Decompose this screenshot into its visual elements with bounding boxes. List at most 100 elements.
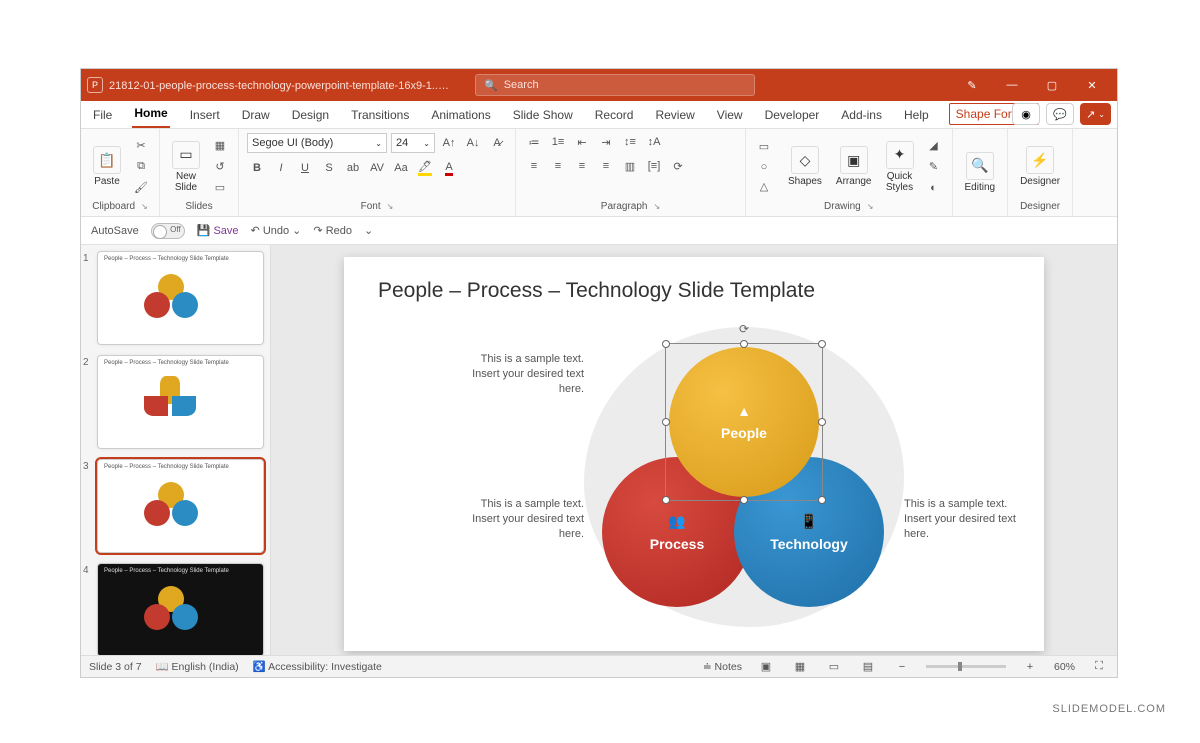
camera-button[interactable]: ◉ — [1012, 103, 1040, 125]
selection-box[interactable]: ⟳ — [665, 343, 823, 501]
tab-file[interactable]: File — [91, 104, 114, 128]
tab-view[interactable]: View — [715, 104, 745, 128]
resize-handle[interactable] — [818, 340, 826, 348]
zoom-out-button[interactable]: − — [892, 658, 912, 676]
normal-view-button[interactable]: ▣ — [756, 658, 776, 676]
shapes-button[interactable]: ◇Shapes — [784, 144, 826, 189]
save-button[interactable]: 💾 Save — [197, 224, 239, 237]
shape-effects-button[interactable]: ◐ — [924, 179, 944, 197]
bold-button[interactable]: B — [247, 159, 267, 177]
sample-text-2[interactable]: This is a sample text. Insert your desir… — [454, 497, 584, 542]
reading-view-button[interactable]: ▭ — [824, 658, 844, 676]
language-indicator[interactable]: 📖 English (India) — [156, 660, 239, 673]
tab-developer[interactable]: Developer — [763, 104, 822, 128]
pen-icon[interactable]: ✎ — [953, 71, 991, 99]
increase-font-button[interactable]: A↑ — [439, 134, 459, 152]
slide-canvas[interactable]: People – Process – Technology Slide Temp… — [344, 257, 1044, 651]
comments-button[interactable]: 💬 — [1046, 103, 1074, 125]
underline-button[interactable]: U — [295, 159, 315, 177]
resize-handle[interactable] — [662, 340, 670, 348]
editing-button[interactable]: 🔍Editing — [961, 150, 1000, 195]
highlight-button[interactable]: 🖊 — [415, 159, 435, 177]
zoom-in-button[interactable]: + — [1020, 658, 1040, 676]
tab-animations[interactable]: Animations — [429, 104, 492, 128]
paste-button[interactable]: 📋 Paste — [89, 144, 125, 189]
resize-handle[interactable] — [740, 340, 748, 348]
resize-handle[interactable] — [818, 418, 826, 426]
slide-thumbnails-panel[interactable]: 1 People – Process – Technology Slide Te… — [81, 245, 271, 655]
decrease-font-button[interactable]: A↓ — [463, 134, 483, 152]
qat-customize-button[interactable]: ⌄ — [364, 224, 373, 237]
tab-insert[interactable]: Insert — [188, 104, 222, 128]
accessibility-indicator[interactable]: ♿ Accessibility: Investigate — [253, 660, 382, 673]
zoom-percent[interactable]: 60% — [1054, 661, 1075, 673]
shape-fill-button[interactable]: ◢ — [924, 137, 944, 155]
redo-button[interactable]: ↷ Redo — [313, 224, 352, 237]
autosave-toggle[interactable] — [151, 223, 185, 239]
slide-thumbnail-2[interactable]: People – Process – Technology Slide Temp… — [97, 355, 264, 449]
change-case-button[interactable]: Aa — [391, 159, 411, 177]
align-left-button[interactable]: ≡ — [524, 157, 544, 175]
resize-handle[interactable] — [662, 496, 670, 504]
new-slide-button[interactable]: ▭ New Slide — [168, 139, 204, 195]
minimize-button[interactable]: — — [993, 71, 1031, 99]
tab-transitions[interactable]: Transitions — [349, 104, 411, 128]
notes-button[interactable]: ≐ Notes — [703, 661, 742, 673]
fit-to-window-button[interactable]: ⛶ — [1089, 658, 1109, 676]
clear-formatting-button[interactable]: A̷ — [487, 134, 507, 152]
layout-button[interactable]: ▦ — [210, 137, 230, 155]
format-painter-button[interactable]: 🖌 — [131, 179, 151, 197]
font-color-button[interactable]: A — [439, 159, 459, 177]
reset-button[interactable]: ↺ — [210, 158, 230, 176]
smartart-button[interactable]: ⟳ — [668, 157, 688, 175]
shape-gallery-button-3[interactable]: △ — [754, 178, 774, 196]
launcher-icon[interactable]: ↘ — [654, 202, 661, 211]
text-direction-button[interactable]: ↕A — [644, 133, 664, 151]
slide-thumbnail-1[interactable]: People – Process – Technology Slide Temp… — [97, 251, 264, 345]
search-input[interactable]: 🔍 Search — [475, 74, 755, 96]
slide-thumbnail-4[interactable]: People – Process – Technology Slide Temp… — [97, 563, 264, 655]
arrange-button[interactable]: ▣Arrange — [832, 144, 876, 189]
launcher-icon[interactable]: ↘ — [387, 202, 394, 211]
decrease-indent-button[interactable]: ⇤ — [572, 133, 592, 151]
font-name-select[interactable]: Segoe UI (Body)⌄ — [247, 133, 387, 153]
slide-canvas-area[interactable]: People – Process – Technology Slide Temp… — [271, 245, 1117, 655]
increase-indent-button[interactable]: ⇥ — [596, 133, 616, 151]
slide-thumbnail-3[interactable]: People – Process – Technology Slide Temp… — [97, 459, 264, 553]
designer-button[interactable]: ⚡Designer — [1016, 144, 1064, 189]
copy-button[interactable]: ⧉ — [131, 158, 151, 176]
zoom-slider[interactable] — [926, 665, 1006, 668]
align-right-button[interactable]: ≡ — [572, 157, 592, 175]
section-button[interactable]: ▭ — [210, 179, 230, 197]
resize-handle[interactable] — [818, 496, 826, 504]
tab-record[interactable]: Record — [593, 104, 636, 128]
line-spacing-button[interactable]: ↕≡ — [620, 133, 640, 151]
resize-handle[interactable] — [740, 496, 748, 504]
tab-add-ins[interactable]: Add-ins — [839, 104, 884, 128]
columns-button[interactable]: ▥ — [620, 157, 640, 175]
tab-home[interactable]: Home — [132, 102, 169, 128]
sorter-view-button[interactable]: ▦ — [790, 658, 810, 676]
shadow-button[interactable]: ab — [343, 159, 363, 177]
undo-button[interactable]: ↶ Undo ⌄ — [251, 224, 302, 237]
shape-gallery-button-2[interactable]: ○ — [754, 158, 774, 176]
sample-text-1[interactable]: This is a sample text. Insert your desir… — [454, 352, 584, 397]
launcher-icon[interactable]: ↘ — [867, 202, 874, 211]
launcher-icon[interactable]: ↘ — [141, 202, 148, 211]
resize-handle[interactable] — [662, 418, 670, 426]
bullets-button[interactable]: ≔ — [524, 133, 544, 151]
italic-button[interactable]: I — [271, 159, 291, 177]
close-button[interactable]: ✕ — [1073, 71, 1111, 99]
tab-slide-show[interactable]: Slide Show — [511, 104, 575, 128]
align-text-button[interactable]: [≡] — [644, 157, 664, 175]
tab-help[interactable]: Help — [902, 104, 931, 128]
tab-draw[interactable]: Draw — [240, 104, 272, 128]
shape-outline-button[interactable]: ✎ — [924, 158, 944, 176]
share-button[interactable]: ↗ ⌄ — [1080, 103, 1111, 125]
justify-button[interactable]: ≡ — [596, 157, 616, 175]
slideshow-view-button[interactable]: ▤ — [858, 658, 878, 676]
slide-title[interactable]: People – Process – Technology Slide Temp… — [378, 279, 815, 303]
shape-gallery-button[interactable]: ▭ — [754, 138, 774, 156]
strikethrough-button[interactable]: S — [319, 159, 339, 177]
font-size-select[interactable]: 24⌄ — [391, 133, 435, 153]
